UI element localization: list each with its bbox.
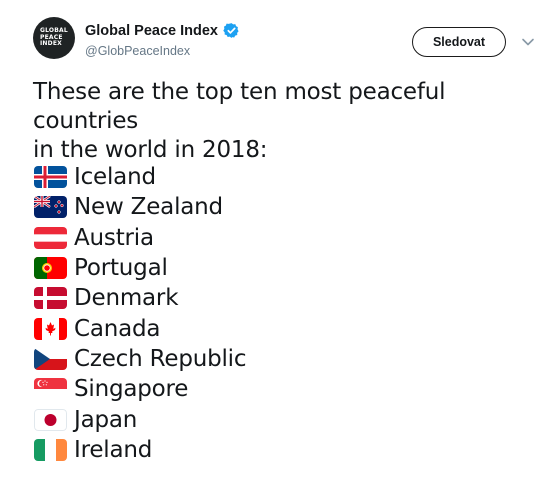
new-zealand-flag-icon: [34, 196, 67, 219]
verified-badge-icon: [223, 23, 239, 38]
country-name: Austria: [74, 224, 154, 251]
country-name: Singapore: [74, 376, 189, 403]
tweet-text: These are the top ten most peaceful coun…: [33, 78, 553, 165]
country-name: Czech Republic: [74, 345, 247, 372]
account-handle[interactable]: @GlobPeaceIndex: [85, 44, 190, 58]
tweet-text-line-2: in the world in 2018:: [33, 137, 268, 163]
follow-button[interactable]: Sledovat: [412, 27, 506, 57]
country-list: Iceland New Zealand Austria Portugal Den: [34, 162, 247, 465]
list-item: Portugal: [34, 253, 246, 283]
avatar-line-3: INDEX: [40, 40, 62, 48]
tweet-text-line-1: These are the top ten most peaceful coun…: [33, 79, 446, 134]
country-name: Canada: [74, 315, 161, 342]
list-item: Austria: [34, 223, 246, 253]
list-item: Ireland: [34, 435, 246, 465]
avatar[interactable]: GLOBAL PEACE INDEX: [33, 17, 75, 59]
austria-flag-icon: [34, 226, 67, 249]
japan-flag-icon: [34, 408, 67, 431]
singapore-flag-icon: [34, 378, 67, 401]
czech-flag-icon: [34, 347, 67, 370]
list-item: New Zealand: [34, 192, 246, 222]
ireland-flag-icon: [34, 438, 67, 461]
list-item: Canada: [34, 313, 246, 343]
canada-flag-icon: [34, 317, 67, 340]
list-item: Singapore: [34, 374, 246, 404]
denmark-flag-icon: [34, 287, 67, 310]
country-name: Portugal: [74, 255, 168, 282]
portugal-flag-icon: [34, 257, 67, 280]
country-name: Iceland: [74, 164, 156, 191]
country-name: New Zealand: [74, 194, 223, 221]
chevron-down-icon[interactable]: [521, 37, 535, 47]
country-name: Denmark: [74, 285, 179, 312]
list-item: Iceland: [34, 162, 246, 192]
account-name-row: Global Peace Index: [85, 22, 240, 39]
iceland-flag-icon: [34, 166, 67, 189]
tweet-card: GLOBAL PEACE INDEX Global Peace Index @G…: [0, 0, 560, 485]
display-name[interactable]: Global Peace Index: [85, 23, 218, 39]
list-item: Denmark: [34, 283, 246, 313]
country-name: Ireland: [74, 436, 153, 463]
list-item: Japan: [34, 404, 246, 434]
country-name: Japan: [74, 406, 138, 433]
list-item: Czech Republic: [34, 344, 247, 374]
